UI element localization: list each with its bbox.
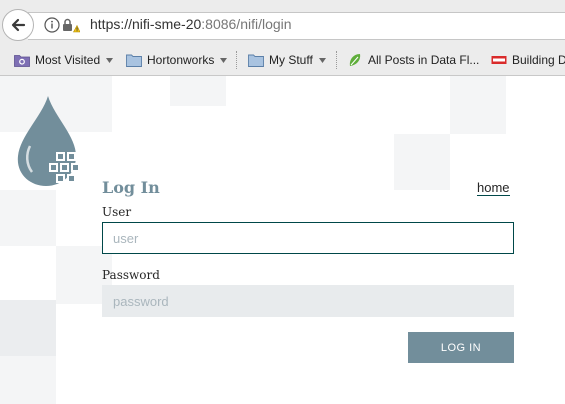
bookmark-label: Hortonworks: [147, 53, 215, 67]
bookmark-building[interactable]: Building D: [491, 52, 565, 68]
insecure-lock-icon[interactable]: [62, 17, 80, 33]
bookmark-label: Building D: [512, 53, 565, 67]
leaf-icon: [349, 54, 361, 66]
page-title: Log In: [102, 178, 160, 197]
login-button[interactable]: LOG IN: [408, 332, 514, 363]
user-input[interactable]: [102, 222, 514, 254]
password-input[interactable]: [102, 285, 514, 317]
bookmark-label: All Posts in Data Fl...: [368, 53, 480, 67]
background-tile: [394, 134, 450, 190]
bookmark-my-stuff[interactable]: My Stuff: [248, 52, 326, 68]
url-host: https://nifi-sme-20: [90, 16, 202, 32]
background-tile: [0, 356, 56, 404]
background-tile: [170, 76, 226, 106]
bookmark-label: My Stuff: [269, 53, 313, 67]
bookmark-hortonworks[interactable]: Hortonworks: [126, 52, 228, 68]
browser-toolbar: https://nifi-sme-20:8086/nifi/login: [0, 0, 565, 44]
background-tile: [450, 76, 506, 134]
back-arrow-icon: [11, 18, 26, 32]
info-icon[interactable]: [44, 17, 60, 33]
bookmark-most-visited[interactable]: Most Visited: [14, 52, 114, 68]
folder-icon: [126, 54, 142, 67]
home-link[interactable]: home: [477, 180, 510, 196]
url-path: :8086/nifi/login: [201, 16, 292, 32]
bookmark-label: Most Visited: [35, 53, 101, 67]
folder-icon: [248, 54, 264, 67]
bookmarks-bar: Most Visited Hortonworks My Stuff All Po…: [0, 44, 565, 76]
background-tile: [0, 190, 56, 246]
chevron-down-icon: [318, 57, 326, 63]
chevron-down-icon: [220, 57, 228, 63]
nifi-logo-icon: [17, 96, 80, 186]
bookmark-separator: [236, 51, 238, 69]
bookmark-all-posts[interactable]: All Posts in Data Fl...: [347, 52, 479, 68]
url-text[interactable]: https://nifi-sme-20:8086/nifi/login: [90, 16, 292, 32]
nifi-login-page: Log In home User Password LOG IN: [0, 76, 565, 404]
bookmark-separator: [336, 51, 338, 69]
site-badge-icon: [491, 56, 507, 64]
user-label: User: [102, 205, 132, 219]
chevron-down-icon: [106, 57, 114, 63]
password-label: Password: [102, 268, 160, 282]
back-button[interactable]: [2, 9, 34, 41]
gear-folder-icon: [14, 55, 30, 67]
background-tile: [0, 300, 56, 356]
